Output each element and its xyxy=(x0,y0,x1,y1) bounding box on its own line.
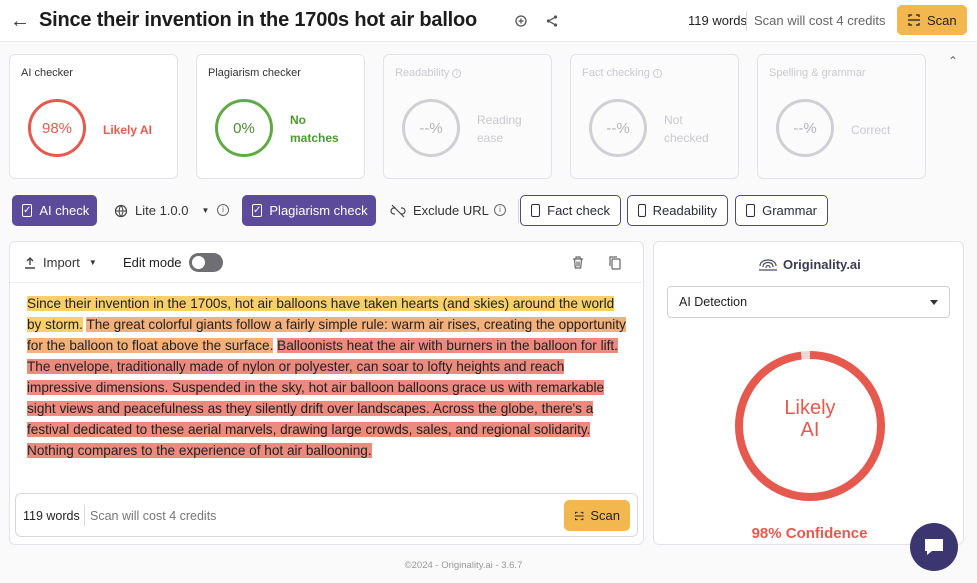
fact-check-toggle[interactable]: Fact check xyxy=(520,195,621,226)
edit-mode-toggle[interactable] xyxy=(189,253,223,272)
editor-status-bar: 119 words Scan will cost 4 credits Scan xyxy=(15,493,638,537)
verdict-line: No xyxy=(290,113,306,127)
grammar-score-ring: --% xyxy=(776,99,834,157)
document-title[interactable]: Since their invention in the 1700s hot a… xyxy=(39,9,477,32)
chat-button[interactable] xyxy=(910,523,958,571)
spelling-grammar-card: Spelling & grammar --% Correct xyxy=(757,54,926,179)
editor-toolbar: Import ▼ Edit mode xyxy=(10,242,643,283)
share-icon[interactable] xyxy=(543,12,561,30)
plagiarism-score-ring: 0% xyxy=(215,99,273,157)
ai-check-toggle[interactable]: ✓ AI check xyxy=(12,195,97,226)
scan-button-label: Scan xyxy=(590,508,620,523)
detection-type-dropdown[interactable]: AI Detection xyxy=(667,286,950,318)
plagiarism-check-label: Plagiarism check xyxy=(269,203,368,218)
model-globe-icon xyxy=(114,204,128,217)
checkbox-empty-icon xyxy=(638,204,646,217)
brand-name: Originality.ai xyxy=(783,257,861,272)
ai-checker-card[interactable]: AI checker 98% Likely AI xyxy=(9,54,178,179)
info-icon: i xyxy=(652,68,662,78)
grammar-toggle[interactable]: Grammar xyxy=(735,195,828,226)
exclude-url-info-icon[interactable]: i xyxy=(494,204,506,216)
readability-label: Readability xyxy=(652,203,717,218)
exclude-url-button[interactable]: Exclude URL xyxy=(386,195,493,226)
fact-verdict: Not checked xyxy=(664,111,709,147)
verdict-line: Reading xyxy=(477,113,522,127)
word-count: 119 words xyxy=(688,13,748,28)
edit-mode-label: Edit mode xyxy=(123,255,182,270)
upload-icon xyxy=(25,257,35,269)
grammar-label: Grammar xyxy=(762,203,817,218)
card-title-text: Fact checking xyxy=(582,67,650,79)
verdict-line: matches xyxy=(290,131,339,145)
checkbox-checked-icon: ✓ xyxy=(22,204,33,217)
result-panel: Originality.ai AI Detection Likely AI 98… xyxy=(653,241,964,545)
scan-button-label: Scan xyxy=(927,12,957,28)
scan-button[interactable]: Scan xyxy=(564,500,630,531)
model-info-icon[interactable]: i xyxy=(217,204,229,216)
card-title: Plagiarism checker xyxy=(208,67,301,79)
top-bar: ← Since their invention in the 1700s hot… xyxy=(0,0,977,42)
chevron-down-icon: ▼ xyxy=(201,206,210,215)
grammar-verdict: Correct xyxy=(851,123,891,137)
editor-panel: Import ▼ Edit mode Since their invention… xyxy=(9,241,644,545)
card-title: Fact checking i xyxy=(582,67,662,79)
model-select[interactable]: Lite 1.0.0 ▼ xyxy=(110,195,213,226)
plagiarism-checker-card[interactable]: Plagiarism checker 0% No matches xyxy=(196,54,365,179)
chat-bubble-icon xyxy=(925,539,943,555)
verdict-line: ease xyxy=(477,131,504,145)
checkbox-empty-icon xyxy=(746,204,756,217)
divider xyxy=(746,11,747,31)
card-title: Readability i xyxy=(395,67,462,79)
card-title-text: Readability xyxy=(395,67,450,79)
ai-verdict: Likely AI xyxy=(103,123,152,137)
footer: ©2024 - Originality.ai - 3.6.7 xyxy=(404,560,523,571)
import-label: Import xyxy=(43,255,80,270)
fact-checking-card: Fact checking i --% Not checked xyxy=(570,54,739,179)
readability-verdict: Reading ease xyxy=(477,111,522,147)
model-label: Lite 1.0.0 xyxy=(135,203,189,218)
unlink-icon xyxy=(390,204,406,217)
card-title: AI checker xyxy=(21,67,73,79)
readability-toggle[interactable]: Readability xyxy=(627,195,728,226)
card-title: Spelling & grammar xyxy=(769,67,866,79)
scan-icon xyxy=(908,14,920,26)
info-icon: i xyxy=(452,68,462,78)
trash-icon[interactable] xyxy=(571,255,585,270)
plagiarism-verdict: No matches xyxy=(290,111,339,147)
originality-logo-icon xyxy=(759,258,777,271)
highlight-segment: Balloonists heat the air with burners in… xyxy=(27,338,618,458)
ai-score-ring: 98% xyxy=(28,99,86,157)
word-count: 119 words xyxy=(23,509,80,523)
editor-text[interactable]: Since their invention in the 1700s, hot … xyxy=(27,293,632,461)
scan-cost: Scan will cost 4 credits xyxy=(90,509,217,523)
import-button[interactable]: Import ▼ xyxy=(24,255,97,270)
chevron-down-icon: ▼ xyxy=(88,258,97,267)
chevron-up-icon[interactable]: ⌃ xyxy=(948,55,962,67)
checkbox-checked-icon: ✓ xyxy=(252,204,263,217)
add-circle-icon[interactable] xyxy=(512,12,530,30)
brand: Originality.ai xyxy=(758,257,861,272)
fact-score-ring: --% xyxy=(589,99,647,157)
exclude-url-label: Exclude URL xyxy=(413,203,489,218)
verdict-line: checked xyxy=(664,131,709,145)
verdict-line: Not xyxy=(664,113,683,127)
ai-check-label: AI check xyxy=(39,203,90,218)
checkbox-empty-icon xyxy=(531,204,541,217)
divider xyxy=(84,505,85,526)
readability-score-ring: --% xyxy=(402,99,460,157)
readability-card: Readability i --% Reading ease xyxy=(383,54,552,179)
chevron-down-icon xyxy=(930,300,938,305)
plagiarism-check-toggle[interactable]: ✓ Plagiarism check xyxy=(242,195,376,226)
back-arrow-icon[interactable]: ← xyxy=(10,10,30,32)
scan-icon xyxy=(574,511,584,520)
result-verdict: Likely AI xyxy=(733,397,887,441)
dropdown-value: AI Detection xyxy=(679,295,748,309)
copy-icon[interactable] xyxy=(608,255,622,270)
verdict-line: Likely xyxy=(784,397,836,419)
scan-cost: Scan will cost 4 credits xyxy=(754,13,886,28)
verdict-line: AI xyxy=(800,419,820,441)
fact-check-label: Fact check xyxy=(547,203,610,218)
toolbar-divider xyxy=(518,199,519,223)
scan-button[interactable]: Scan xyxy=(897,5,967,35)
